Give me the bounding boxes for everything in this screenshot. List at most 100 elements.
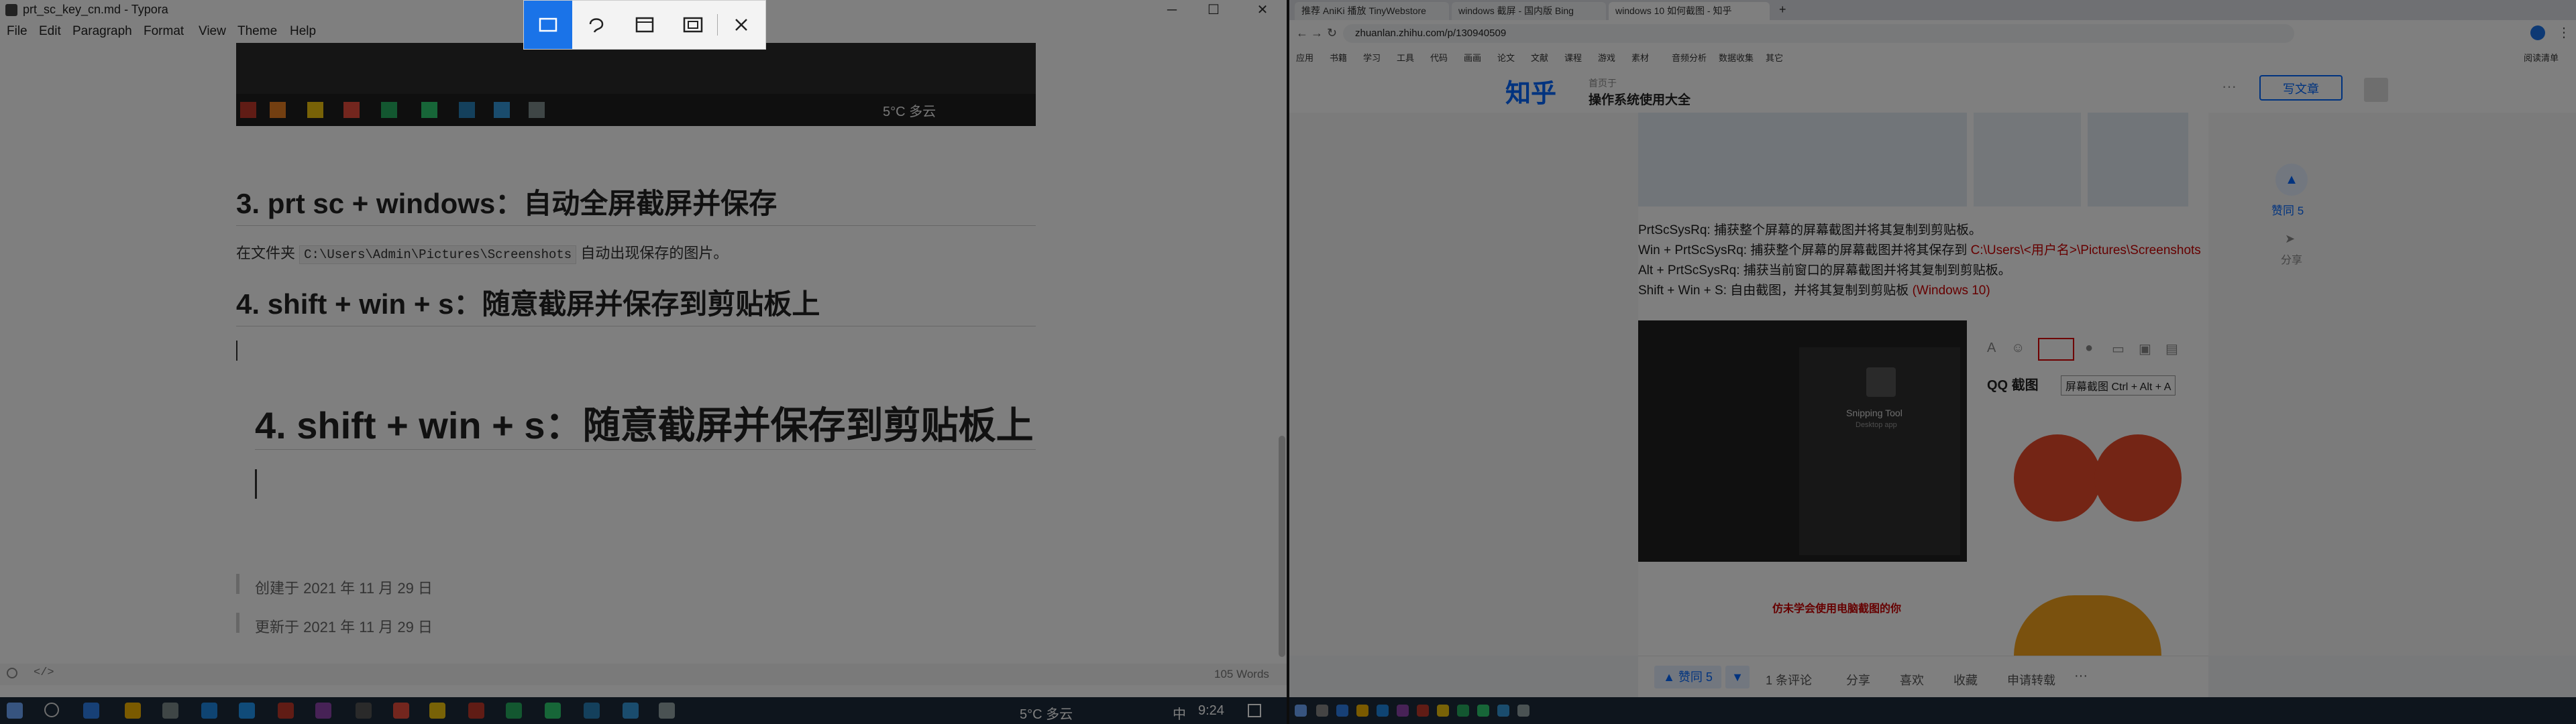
tab-aniki[interactable]: 推荐 AniKi 播放 TinyWebstore	[1295, 2, 1449, 20]
source-mode-icon[interactable]: </>	[34, 666, 54, 679]
outline-toggle-icon[interactable]	[7, 668, 17, 678]
app-icon[interactable]	[278, 703, 294, 719]
app-icon[interactable]	[1477, 705, 1489, 717]
menu-dots-icon[interactable]: ⋮	[2557, 24, 2571, 41]
column-title[interactable]: 操作系统使用大全	[1589, 90, 1690, 108]
avatar[interactable]	[2364, 78, 2388, 102]
bookmark-folder[interactable]: 代码	[1430, 51, 1448, 64]
screenshot-icon[interactable]	[2038, 338, 2074, 361]
address-input[interactable]: zhuanlan.zhihu.com/p/130940509	[1343, 24, 2294, 43]
reload-icon[interactable]: ↻	[1327, 26, 1337, 40]
app-icon[interactable]	[584, 703, 600, 719]
bookmark-folder[interactable]: 游戏	[1598, 51, 1615, 64]
mic-icon[interactable]: ●	[2085, 341, 2093, 356]
reprint-button[interactable]: 申请转载	[2007, 671, 2055, 688]
search-icon[interactable]	[44, 703, 59, 717]
app-icon[interactable]	[1397, 705, 1409, 717]
favorite-button[interactable]: 收藏	[1953, 671, 1978, 688]
vote-up-icon[interactable]: ▲	[2275, 164, 2308, 196]
app-icon[interactable]	[506, 703, 522, 719]
menu-help[interactable]: Help	[290, 24, 316, 39]
app-icon[interactable]	[1377, 705, 1389, 717]
tab-zhihu-active[interactable]: windows 10 如何截图 - 知乎	[1609, 2, 1770, 20]
app-icon[interactable]	[1457, 705, 1469, 717]
app-icon[interactable]	[623, 703, 639, 719]
bookmark-folder[interactable]: 工具	[1397, 51, 1414, 64]
minimize-button[interactable]: ─	[1154, 0, 1190, 20]
word-count[interactable]: 105 Words	[1214, 668, 1269, 681]
share-button[interactable]: 分享	[1846, 671, 1870, 688]
bookmark-apps[interactable]: 应用	[1296, 51, 1313, 64]
typora-taskbar-icon[interactable]	[659, 703, 675, 719]
bookmark-folder[interactable]: 文献	[1531, 51, 1548, 64]
share-icon[interactable]: ➤	[2285, 232, 2295, 246]
vscode-icon[interactable]	[239, 703, 255, 719]
profile-avatar[interactable]	[2530, 25, 2545, 40]
vote-up-button[interactable]: ▲ 赞同 5	[1654, 666, 1721, 688]
notification-icon[interactable]	[1248, 704, 1261, 717]
menu-edit[interactable]: Edit	[39, 24, 61, 39]
vote-down-button[interactable]: ▼	[1725, 666, 1750, 688]
file-icon[interactable]: ▭	[2112, 341, 2125, 357]
app-icon[interactable]	[1417, 705, 1429, 717]
like-button[interactable]: 喜欢	[1900, 671, 1924, 688]
app-icon[interactable]	[1356, 705, 1368, 717]
clock[interactable]: 9:24	[1198, 703, 1224, 719]
bookmark-folder[interactable]: 学习	[1363, 51, 1381, 64]
bookmark-folder[interactable]: 论文	[1497, 51, 1515, 64]
edge-icon[interactable]	[83, 703, 99, 719]
weather-widget[interactable]: 5°C 多云	[1020, 703, 1073, 723]
bookmark-folder[interactable]: 画画	[1464, 51, 1481, 64]
menu-paragraph[interactable]: Paragraph	[72, 24, 132, 39]
app-icon[interactable]	[1497, 705, 1509, 717]
font-icon[interactable]: A	[1987, 341, 1996, 356]
bookmark-folder[interactable]: 书籍	[1330, 51, 1347, 64]
tab-bing[interactable]: windows 截屏 - 国内版 Bing	[1452, 2, 1606, 20]
start-icon[interactable]	[7, 703, 23, 719]
chrome-icon[interactable]	[125, 703, 141, 719]
menu-format[interactable]: Format	[144, 24, 184, 39]
file-explorer-icon[interactable]	[429, 703, 445, 719]
scrollbar-thumb[interactable]	[1279, 436, 1285, 657]
menu-theme[interactable]: Theme	[237, 24, 277, 39]
app-icon[interactable]	[1316, 705, 1328, 717]
bookmark-folder[interactable]: 素材	[1631, 51, 1649, 64]
emoji-icon[interactable]: ☺	[2011, 341, 2025, 356]
fullscreen-snip-button[interactable]	[669, 1, 717, 49]
reading-list[interactable]: 阅读清单	[2524, 51, 2559, 64]
zhihu-logo[interactable]: 知乎	[1505, 72, 1556, 109]
write-article-button[interactable]: 写文章	[2259, 75, 2343, 101]
close-button[interactable]: ✕	[1244, 0, 1281, 20]
app-icon[interactable]	[1517, 705, 1529, 717]
bookmark-folder[interactable]: 其它	[1766, 51, 1783, 64]
menu-view[interactable]: View	[199, 24, 226, 39]
more-actions-button[interactable]: ···	[2074, 668, 2088, 684]
new-tab-button[interactable]: +	[1779, 3, 1786, 17]
freeform-snip-button[interactable]	[572, 1, 621, 49]
folder-icon[interactable]: ▤	[2165, 341, 2178, 357]
app-icon[interactable]	[356, 703, 372, 719]
forward-icon[interactable]: →	[1311, 26, 1323, 40]
comments-button[interactable]: 1 条评论	[1766, 671, 1812, 688]
maximize-button[interactable]: ☐	[1195, 0, 1232, 20]
onenote-icon[interactable]	[315, 703, 331, 719]
ime-indicator[interactable]: 中	[1173, 703, 1186, 723]
rectangular-snip-button[interactable]	[524, 1, 572, 49]
bookmark-folder[interactable]: 音频分析	[1672, 51, 1707, 64]
bookmark-folder[interactable]: 课程	[1564, 51, 1582, 64]
window-snip-button[interactable]	[621, 1, 669, 49]
start-icon[interactable]	[1295, 705, 1307, 717]
app-icon[interactable]	[1437, 705, 1449, 717]
bookmark-folder[interactable]: 数据收集	[1719, 51, 1754, 64]
app-icon[interactable]	[201, 703, 217, 719]
close-snip-button[interactable]	[717, 1, 765, 49]
app-icon[interactable]	[468, 703, 484, 719]
more-icon[interactable]: ···	[2222, 78, 2237, 95]
image-icon[interactable]: ▣	[2139, 341, 2151, 357]
wechat-icon[interactable]	[545, 703, 561, 719]
app-icon[interactable]	[393, 703, 409, 719]
menu-file[interactable]: File	[7, 24, 28, 39]
back-icon[interactable]: ←	[1296, 26, 1308, 40]
app-icon[interactable]	[1336, 705, 1348, 717]
app-icon[interactable]	[162, 703, 178, 719]
